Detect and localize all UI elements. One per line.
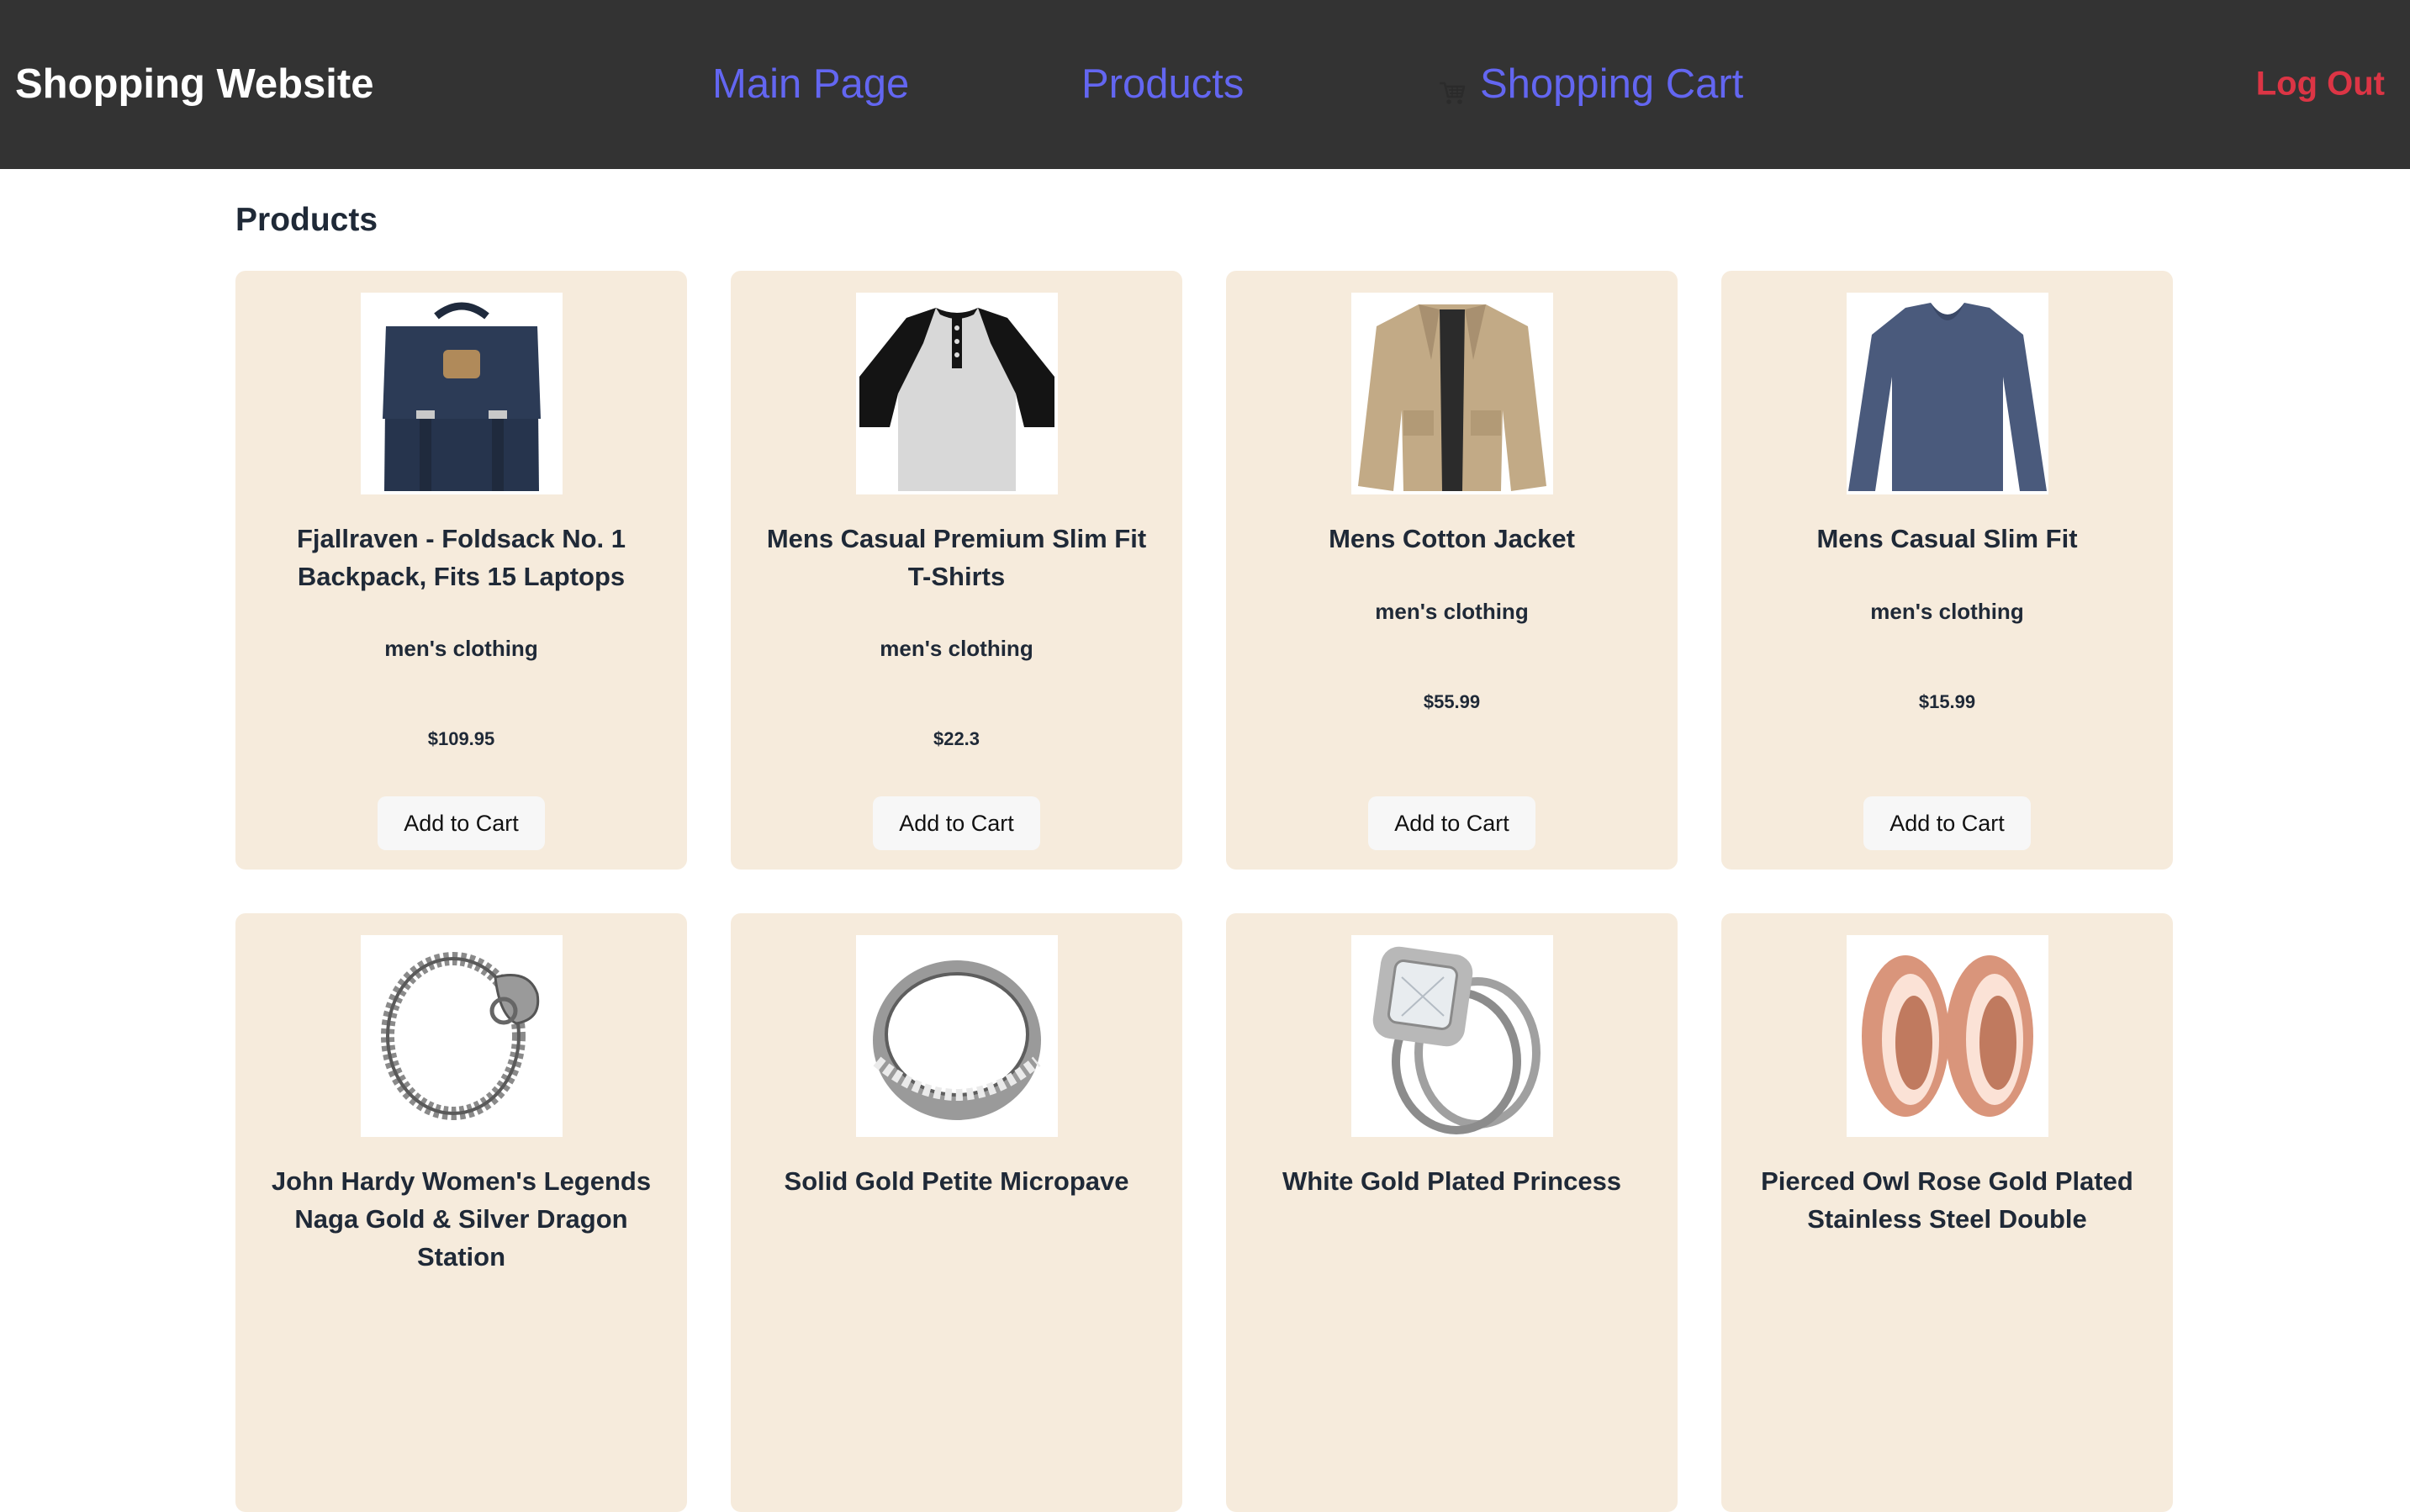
earrings-image [1847, 935, 2048, 1137]
add-to-cart-button[interactable]: Add to Cart [1863, 796, 2031, 850]
product-card: Mens Casual Slim Fit men's clothing $15.… [1721, 271, 2173, 870]
product-title: Mens Cotton Jacket [1329, 524, 1575, 553]
product-category: men's clothing [1870, 599, 2024, 624]
product-card: Mens Cotton Jacket men's clothing $55.99… [1226, 271, 1678, 870]
product-price: $55.99 [1423, 691, 1481, 712]
product-card: White Gold Plated Princess [1226, 913, 1678, 1512]
product-category: men's clothing [384, 636, 538, 661]
product-card: Fjallraven - Foldsack No. 1 Backpack, Fi… [235, 271, 687, 870]
product-title: Pierced Owl Rose Gold Plated Stainless S… [1761, 1166, 2133, 1234]
product-grid: Fjallraven - Foldsack No. 1 Backpack, Fi… [235, 271, 2174, 1512]
site-brand[interactable]: Shopping Website [15, 61, 373, 108]
tshirt-image [856, 293, 1058, 494]
product-title: Mens Casual Premium Slim Fit T-Shirts [766, 524, 1147, 591]
shopping-cart-icon [1438, 70, 1467, 104]
top-navbar: Shopping Website Main Page Products Shop… [0, 0, 2410, 169]
longsleeve-image [1847, 293, 2048, 494]
logout-button[interactable]: Log Out [2256, 66, 2385, 103]
product-title: White Gold Plated Princess [1282, 1166, 1622, 1196]
product-card: John Hardy Women's Legends Naga Gold & S… [235, 913, 687, 1512]
nav-products-link[interactable]: Products [1081, 61, 1244, 108]
page-title: Products [235, 202, 378, 238]
jacket-image [1351, 293, 1553, 494]
product-price: $22.3 [933, 728, 980, 749]
product-title: Fjallraven - Foldsack No. 1 Backpack, Fi… [296, 524, 626, 591]
product-card: Pierced Owl Rose Gold Plated Stainless S… [1721, 913, 2173, 1512]
product-category: men's clothing [880, 636, 1033, 661]
nav-shopping-cart-link[interactable]: Shopping Cart [1438, 61, 1743, 108]
product-card: Mens Casual Premium Slim Fit T-Shirts me… [731, 271, 1182, 870]
ring-image [856, 935, 1058, 1137]
product-card: Solid Gold Petite Micropave [731, 913, 1182, 1512]
product-title: John Hardy Women's Legends Naga Gold & S… [271, 1166, 652, 1271]
product-category: men's clothing [1375, 599, 1529, 624]
add-to-cart-button[interactable]: Add to Cart [378, 796, 545, 850]
bracelet-image [361, 935, 563, 1137]
add-to-cart-button[interactable]: Add to Cart [873, 796, 1040, 850]
product-price: $15.99 [1918, 691, 1976, 712]
diamond-ring-image [1351, 935, 1553, 1137]
nav-main-page-link[interactable]: Main Page [712, 61, 909, 108]
backpack-image [361, 293, 563, 494]
product-title: Mens Casual Slim Fit [1816, 524, 2078, 553]
nav-shopping-cart-label: Shopping Cart [1480, 61, 1744, 107]
add-to-cart-button[interactable]: Add to Cart [1368, 796, 1535, 850]
product-price: $109.95 [427, 728, 495, 749]
product-title: Solid Gold Petite Micropave [784, 1166, 1129, 1196]
